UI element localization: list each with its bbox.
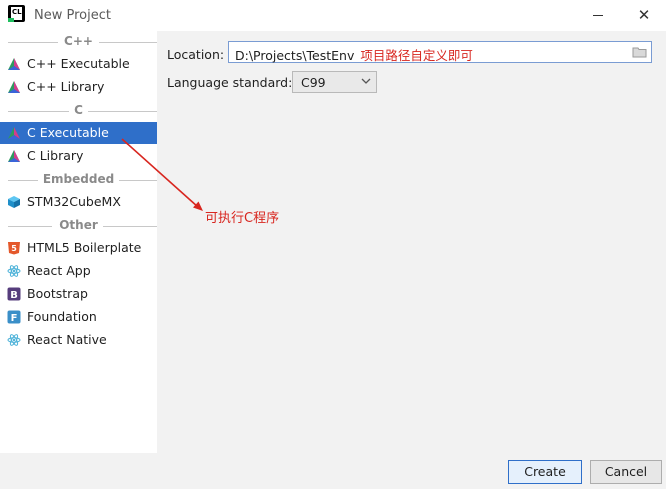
sidebar-item-label: HTML5 Boilerplate bbox=[27, 240, 142, 255]
location-value: D:\Projects\TestEnv bbox=[235, 48, 355, 63]
language-standard-select[interactable]: C99 bbox=[292, 71, 377, 93]
sidebar-item-react-app[interactable]: React App bbox=[0, 260, 157, 282]
window-title: New Project bbox=[34, 8, 111, 23]
group-header-c: C bbox=[0, 102, 157, 120]
clion-triangle-icon bbox=[8, 127, 20, 139]
sidebar-item-label: C++ Executable bbox=[27, 56, 130, 71]
sidebar-item-stm32cubemx[interactable]: STM32CubeMX bbox=[0, 191, 157, 213]
sidebar-item-label: STM32CubeMX bbox=[27, 194, 121, 209]
sidebar-item-label: React App bbox=[27, 263, 91, 278]
title-bar: CL New Project ✕ bbox=[0, 0, 666, 30]
sidebar-item-c-library[interactable]: C Library bbox=[0, 145, 157, 167]
sidebar-item-label: Foundation bbox=[27, 309, 97, 324]
minimize-button[interactable] bbox=[576, 0, 620, 30]
sidebar-item-foundation[interactable]: F Foundation bbox=[0, 306, 157, 328]
sidebar-item-label: C++ Library bbox=[27, 79, 105, 94]
svg-text:B: B bbox=[10, 290, 18, 301]
html5-icon: 5 bbox=[8, 242, 20, 255]
react-icon bbox=[7, 265, 21, 277]
chevron-down-icon bbox=[361, 78, 371, 84]
bootstrap-icon: B bbox=[7, 287, 21, 301]
sidebar-item-bootstrap[interactable]: B Bootstrap bbox=[0, 283, 157, 305]
clion-triangle-icon bbox=[8, 58, 20, 70]
sidebar-item-label: C Executable bbox=[27, 125, 109, 140]
project-type-sidebar: C++ C++ Executable C++ Library C C Execu… bbox=[0, 31, 157, 453]
language-standard-label: Language standard: bbox=[167, 75, 293, 90]
language-standard-value: C99 bbox=[301, 75, 326, 90]
foundation-icon: F bbox=[7, 310, 21, 324]
sidebar-item-cpp-executable[interactable]: C++ Executable bbox=[0, 53, 157, 75]
location-note: 项目路径自定义即可 bbox=[360, 48, 473, 63]
svg-text:5: 5 bbox=[11, 244, 17, 253]
svg-text:F: F bbox=[11, 313, 18, 324]
minimize-icon bbox=[593, 15, 603, 16]
clion-app-icon: CL bbox=[8, 5, 25, 22]
react-icon bbox=[7, 334, 21, 346]
clion-triangle-icon bbox=[8, 150, 20, 162]
group-header-cpp: C++ bbox=[0, 33, 157, 51]
sidebar-item-label: C Library bbox=[27, 148, 84, 163]
group-header-other: Other bbox=[0, 217, 157, 235]
sidebar-item-c-executable[interactable]: C Executable bbox=[0, 122, 157, 144]
dialog-footer: Create Cancel bbox=[0, 453, 666, 489]
folder-icon[interactable] bbox=[632, 46, 647, 58]
cancel-button[interactable]: Cancel bbox=[590, 460, 662, 484]
sidebar-item-label: React Native bbox=[27, 332, 107, 347]
close-icon: ✕ bbox=[637, 6, 651, 24]
clion-triangle-icon bbox=[8, 81, 20, 93]
sidebar-item-html5-boilerplate[interactable]: 5 HTML5 Boilerplate bbox=[0, 237, 157, 259]
settings-panel: Location: D:\Projects\TestEnv 项目路径自定义即可 L… bbox=[157, 31, 666, 453]
location-input[interactable]: D:\Projects\TestEnv 项目路径自定义即可 bbox=[228, 41, 652, 63]
sidebar-item-label: Bootstrap bbox=[27, 286, 88, 301]
sidebar-item-react-native[interactable]: React Native bbox=[0, 329, 157, 351]
sidebar-item-cpp-library[interactable]: C++ Library bbox=[0, 76, 157, 98]
location-label: Location: bbox=[167, 47, 225, 62]
annotation-text: 可执行C程序 bbox=[205, 211, 280, 226]
cube-icon bbox=[8, 196, 20, 208]
close-button[interactable]: ✕ bbox=[622, 0, 666, 30]
group-header-embedded: Embedded bbox=[0, 171, 157, 189]
create-button[interactable]: Create bbox=[508, 460, 582, 484]
